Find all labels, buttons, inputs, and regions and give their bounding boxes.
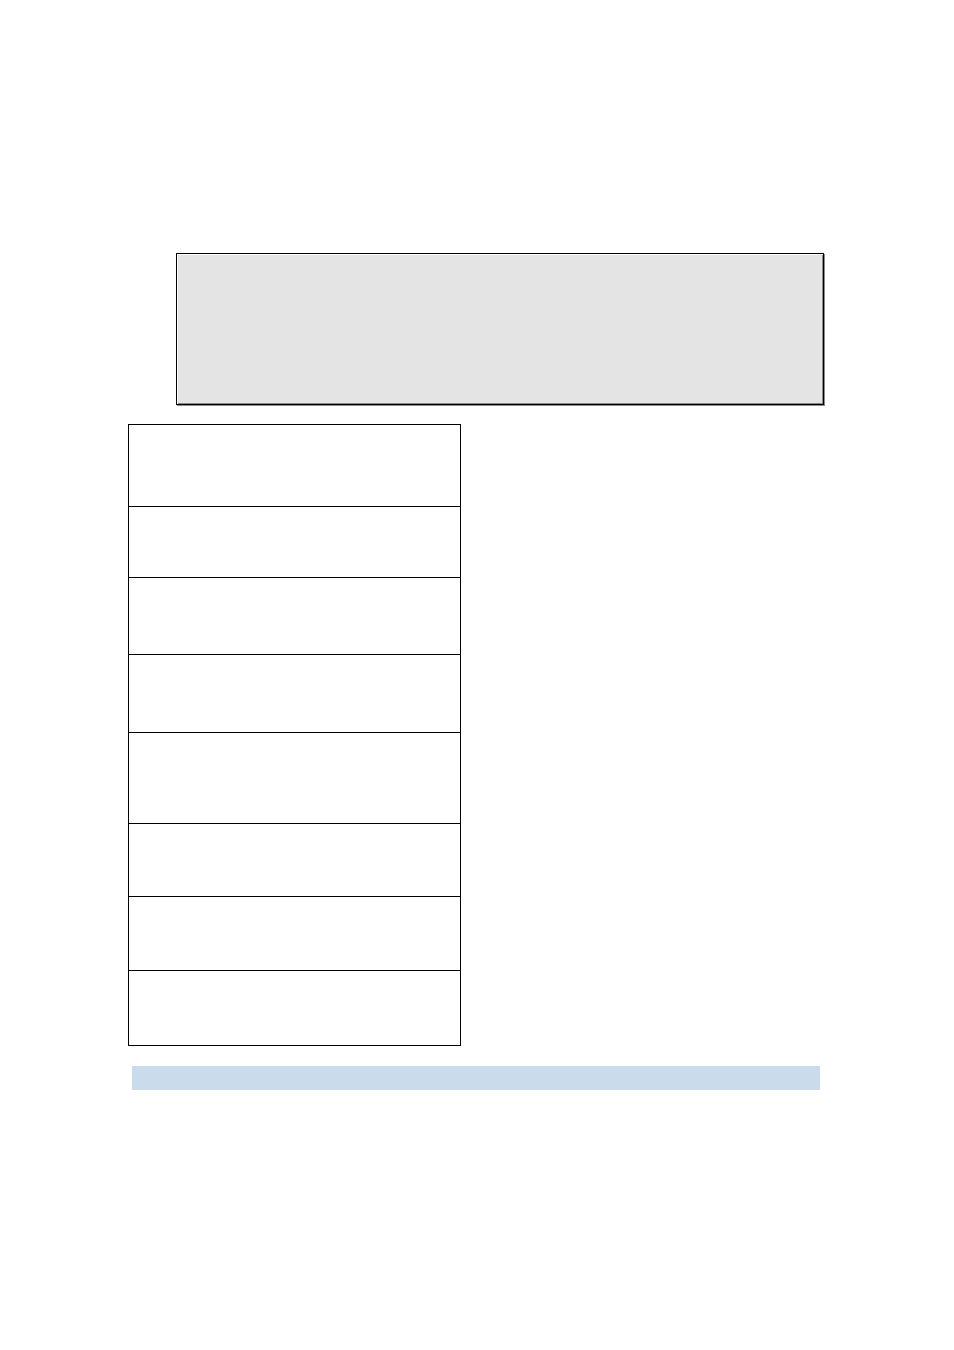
table-row: [129, 733, 460, 824]
grey-panel: [176, 253, 824, 405]
table-row: [129, 425, 460, 507]
table-row: [129, 578, 460, 655]
table: [128, 424, 461, 1046]
blue-highlight-bar: [132, 1066, 820, 1090]
table-row: [129, 824, 460, 897]
table-row: [129, 897, 460, 971]
table-row: [129, 507, 460, 578]
table-row: [129, 971, 460, 1046]
page: [0, 0, 954, 1350]
table-row: [129, 655, 460, 733]
